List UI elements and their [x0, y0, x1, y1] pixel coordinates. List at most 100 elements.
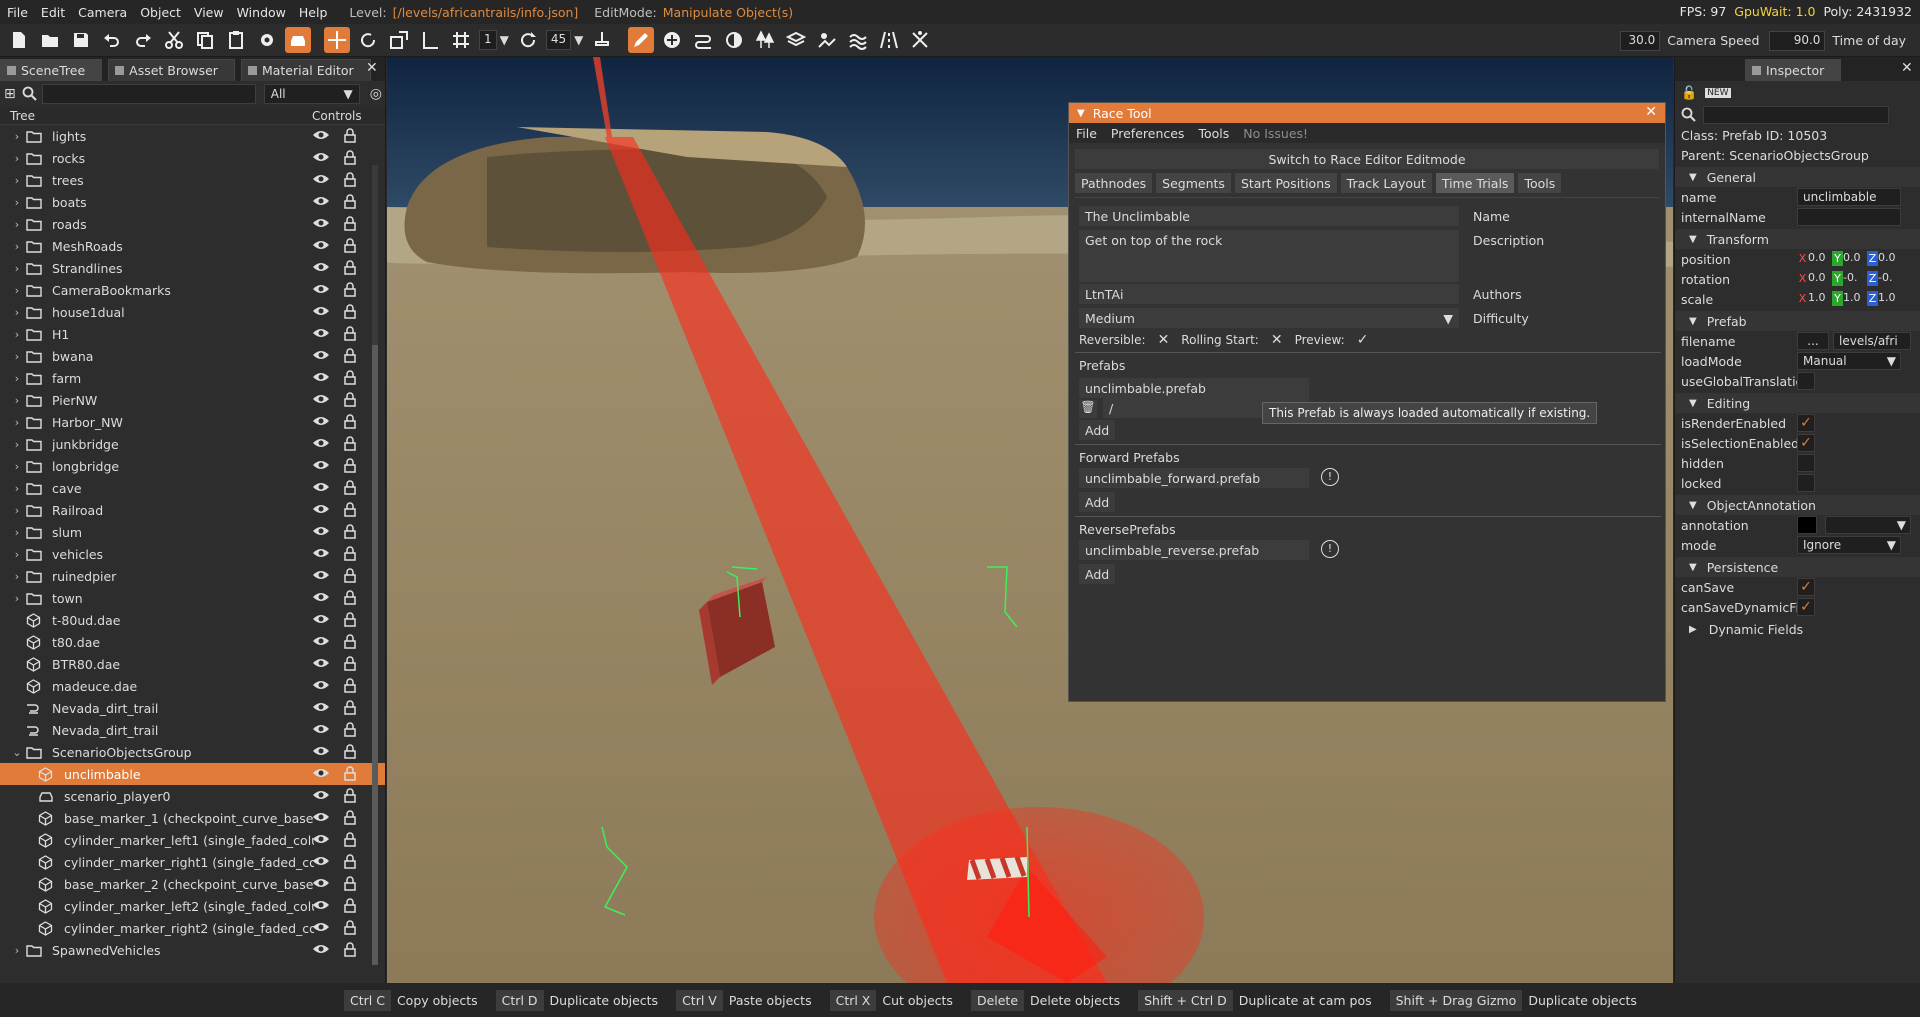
- section-dynamic-fields[interactable]: ▶ Dynamic Fields: [1675, 619, 1920, 639]
- tree-row-object[interactable]: cylinder_marker_left2 (single_faded_colu…: [0, 895, 385, 917]
- eye-icon[interactable]: [312, 657, 330, 672]
- rotate-snap-icon[interactable]: [515, 27, 541, 53]
- lock-icon[interactable]: [344, 590, 356, 608]
- tree-row-folder[interactable]: › MeshRoads: [0, 235, 385, 257]
- eye-icon[interactable]: [312, 283, 330, 298]
- tree-scrollbar[interactable]: [372, 165, 378, 965]
- tree-row-folder[interactable]: › slum: [0, 521, 385, 543]
- eye-icon[interactable]: [312, 129, 330, 144]
- world-axis-icon[interactable]: [417, 27, 443, 53]
- lock-icon[interactable]: [344, 194, 356, 212]
- lock-icon[interactable]: [344, 854, 356, 872]
- tree-row-object[interactable]: Nevada_dirt_trail: [0, 719, 385, 741]
- move-gizmo-icon[interactable]: [324, 27, 350, 53]
- lock-icon[interactable]: [344, 414, 356, 432]
- lock-icon[interactable]: [344, 832, 356, 850]
- tree-row-folder[interactable]: ⌄ ScenarioObjectsGroup: [0, 741, 385, 763]
- tree-row-object[interactable]: cylinder_marker_right1 (single_faded_col…: [0, 851, 385, 873]
- terrain-paint-icon[interactable]: [721, 27, 747, 53]
- lock-icon[interactable]: [344, 260, 356, 278]
- expand-chevron-icon[interactable]: ›: [8, 372, 26, 385]
- section-prefab[interactable]: Prefab: [1675, 311, 1920, 331]
- lock-icon[interactable]: [344, 392, 356, 410]
- eye-icon[interactable]: [312, 701, 330, 716]
- eye-icon[interactable]: [312, 217, 330, 232]
- eye-icon[interactable]: [312, 305, 330, 320]
- lock-icon[interactable]: [344, 326, 356, 344]
- cansavedyn-checkbox[interactable]: ✓: [1797, 598, 1815, 616]
- tree-row-folder[interactable]: › junkbridge: [0, 433, 385, 455]
- tab-scenetree[interactable]: SceneTree: [0, 59, 103, 81]
- check-icon[interactable]: ✓: [1357, 332, 1369, 348]
- track-name-input[interactable]: The Unclimbable: [1079, 206, 1459, 226]
- lock-icon[interactable]: [344, 546, 356, 564]
- add-reverse-button[interactable]: Add: [1079, 564, 1116, 584]
- difficulty-select[interactable]: Medium ▼: [1079, 308, 1459, 328]
- expand-chevron-icon[interactable]: ›: [8, 240, 26, 253]
- lock-icon[interactable]: 🔓: [1681, 86, 1697, 101]
- expand-chevron-icon[interactable]: ›: [8, 130, 26, 143]
- tree-row-object[interactable]: t80.dae: [0, 631, 385, 653]
- expand-chevron-icon[interactable]: ›: [8, 438, 26, 451]
- tree-row-folder[interactable]: › vehicles: [0, 543, 385, 565]
- chevron-down-icon[interactable]: ▼: [574, 33, 583, 47]
- road-tool-icon[interactable]: [690, 27, 716, 53]
- tree-row-object[interactable]: base_marker_2 (checkpoint_curve_base.dae: [0, 873, 385, 895]
- expand-chevron-icon[interactable]: ›: [8, 196, 26, 209]
- menu-view[interactable]: View: [187, 5, 230, 20]
- eye-icon[interactable]: [312, 899, 330, 914]
- internalname-input[interactable]: [1797, 208, 1901, 226]
- expand-chevron-icon[interactable]: ›: [8, 460, 26, 473]
- eye-icon[interactable]: [312, 855, 330, 870]
- race-tool-icon[interactable]: [907, 27, 933, 53]
- lock-icon[interactable]: [344, 722, 356, 740]
- close-icon[interactable]: ✕: [1901, 60, 1913, 76]
- annotation-select[interactable]: ▼: [1825, 516, 1911, 534]
- lock-icon[interactable]: [344, 612, 356, 630]
- tree-filter-select[interactable]: All ▼: [263, 84, 360, 104]
- expand-chevron-icon[interactable]: ›: [8, 350, 26, 363]
- authors-input[interactable]: LtnTAi: [1079, 284, 1459, 304]
- add-folder-icon[interactable]: ⊞: [4, 86, 16, 102]
- lock-icon[interactable]: [344, 656, 356, 674]
- eye-icon[interactable]: [312, 635, 330, 650]
- tree-row-folder[interactable]: › cave: [0, 477, 385, 499]
- browse-button[interactable]: ...: [1797, 332, 1829, 350]
- copy-icon[interactable]: [192, 27, 218, 53]
- lock-icon[interactable]: [344, 788, 356, 806]
- lock-icon[interactable]: [344, 238, 356, 256]
- tab-start-positions[interactable]: Start Positions: [1234, 173, 1337, 193]
- expand-chevron-icon[interactable]: ⌄: [8, 746, 26, 759]
- rotation-xyz[interactable]: X 0.0 Y -0. Z -0.: [1797, 271, 1902, 286]
- tree-row-object[interactable]: Nevada_dirt_trail: [0, 697, 385, 719]
- tab-tools[interactable]: Tools: [1518, 173, 1562, 193]
- lock-icon[interactable]: [344, 524, 356, 542]
- section-general[interactable]: General: [1675, 167, 1920, 187]
- info-icon[interactable]: !: [1321, 540, 1339, 558]
- layers-icon[interactable]: [783, 27, 809, 53]
- expand-chevron-icon[interactable]: ›: [8, 284, 26, 297]
- tab-asset-browser[interactable]: Asset Browser: [108, 59, 235, 81]
- menu-file[interactable]: File: [0, 5, 34, 20]
- grid-snap-icon[interactable]: [448, 27, 474, 53]
- redo-icon[interactable]: [130, 27, 156, 53]
- tree-row-folder[interactable]: › SpawnedVehicles: [0, 939, 385, 961]
- eye-icon[interactable]: [312, 481, 330, 496]
- eye-icon[interactable]: [312, 261, 330, 276]
- eye-icon[interactable]: [312, 371, 330, 386]
- selection-checkbox[interactable]: ✓: [1797, 434, 1815, 452]
- tree-row-folder[interactable]: › boats: [0, 191, 385, 213]
- undo-icon[interactable]: [99, 27, 125, 53]
- road-decal-icon[interactable]: [876, 27, 902, 53]
- tree-row-folder[interactable]: › lights: [0, 125, 385, 147]
- lock-icon[interactable]: [344, 304, 356, 322]
- menu-camera[interactable]: Camera: [71, 5, 133, 20]
- lock-icon[interactable]: [344, 502, 356, 520]
- tree-search-input[interactable]: [41, 84, 256, 104]
- name-input[interactable]: unclimbable: [1797, 188, 1901, 206]
- scale-gizmo-icon[interactable]: [386, 27, 412, 53]
- tab-inspector[interactable]: Inspector: [1745, 59, 1842, 81]
- gear-icon[interactable]: [254, 27, 280, 53]
- expand-chevron-icon[interactable]: ›: [8, 306, 26, 319]
- cansave-checkbox[interactable]: ✓: [1797, 578, 1815, 596]
